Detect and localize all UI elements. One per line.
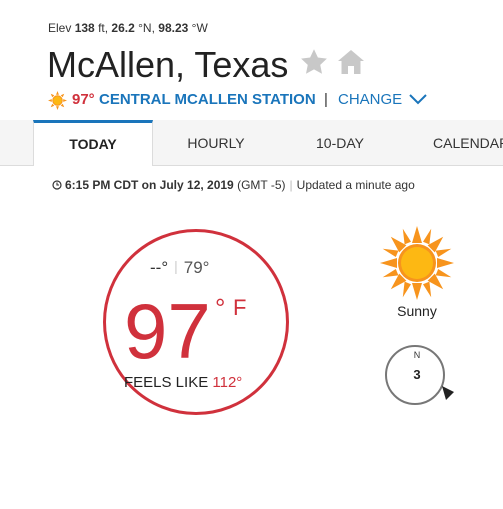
wind-direction: N bbox=[413, 350, 421, 360]
tab-hourly[interactable]: HOURLY bbox=[166, 120, 266, 165]
sun-icon bbox=[380, 226, 454, 300]
elev-label: Elev bbox=[48, 21, 72, 35]
city-title: McAllen, Texas bbox=[47, 44, 289, 85]
feels-like-label: FEELS LIKE bbox=[124, 374, 209, 391]
low-temp: 79° bbox=[183, 258, 210, 277]
longitude-unit: °W bbox=[191, 21, 208, 35]
high-temp: --° bbox=[150, 258, 169, 277]
clock-icon bbox=[52, 180, 62, 190]
current-temperature: 97 bbox=[124, 287, 211, 375]
updated-separator: | bbox=[289, 178, 293, 192]
change-station-button[interactable]: CHANGE bbox=[338, 91, 402, 108]
sun-small-icon bbox=[48, 91, 67, 110]
tab-today[interactable]: TODAY bbox=[33, 120, 153, 166]
tab-10-day[interactable]: 10-DAY bbox=[290, 120, 390, 165]
elev-value: 138 bbox=[74, 21, 95, 35]
updated-text: Updated a minute ago bbox=[296, 178, 415, 192]
observation-timestamp: 6:15 PM CDT on July 12, 2019 bbox=[65, 178, 234, 192]
chevron-down-icon[interactable] bbox=[409, 93, 427, 105]
hi-lo-separator: | bbox=[174, 258, 178, 274]
timezone-offset: (GMT -5) bbox=[237, 178, 286, 192]
feels-like-value: 112° bbox=[212, 374, 243, 391]
station-temp: 97° bbox=[72, 91, 95, 108]
temperature-unit-toggle[interactable]: F bbox=[233, 295, 246, 321]
station-name-link[interactable]: CENTRAL MCALLEN STATION bbox=[99, 91, 316, 108]
hi-lo-row: --° | 79° bbox=[150, 258, 240, 278]
condition-label: Sunny bbox=[397, 303, 437, 319]
location-coordinates: Elev 138 ft, 26.2 °N, 98.23 °W bbox=[48, 21, 208, 35]
favorite-star-icon[interactable] bbox=[299, 47, 329, 77]
station-separator: | bbox=[324, 91, 328, 108]
tab-calendar[interactable]: CALENDAR bbox=[419, 120, 503, 165]
feels-like: FEELS LIKE 112° bbox=[124, 374, 242, 391]
wind-speed: 3 bbox=[413, 367, 421, 382]
latitude-value: 26.2 bbox=[111, 21, 135, 35]
home-icon[interactable] bbox=[337, 49, 365, 75]
observation-time: 6:15 PM CDT on July 12, 2019 (GMT -5) | Up… bbox=[52, 178, 415, 192]
latitude-unit: °N, bbox=[138, 21, 155, 35]
elev-unit: ft, bbox=[98, 21, 109, 35]
longitude-value: 98.23 bbox=[158, 21, 189, 35]
degree-symbol: ° bbox=[215, 293, 226, 323]
